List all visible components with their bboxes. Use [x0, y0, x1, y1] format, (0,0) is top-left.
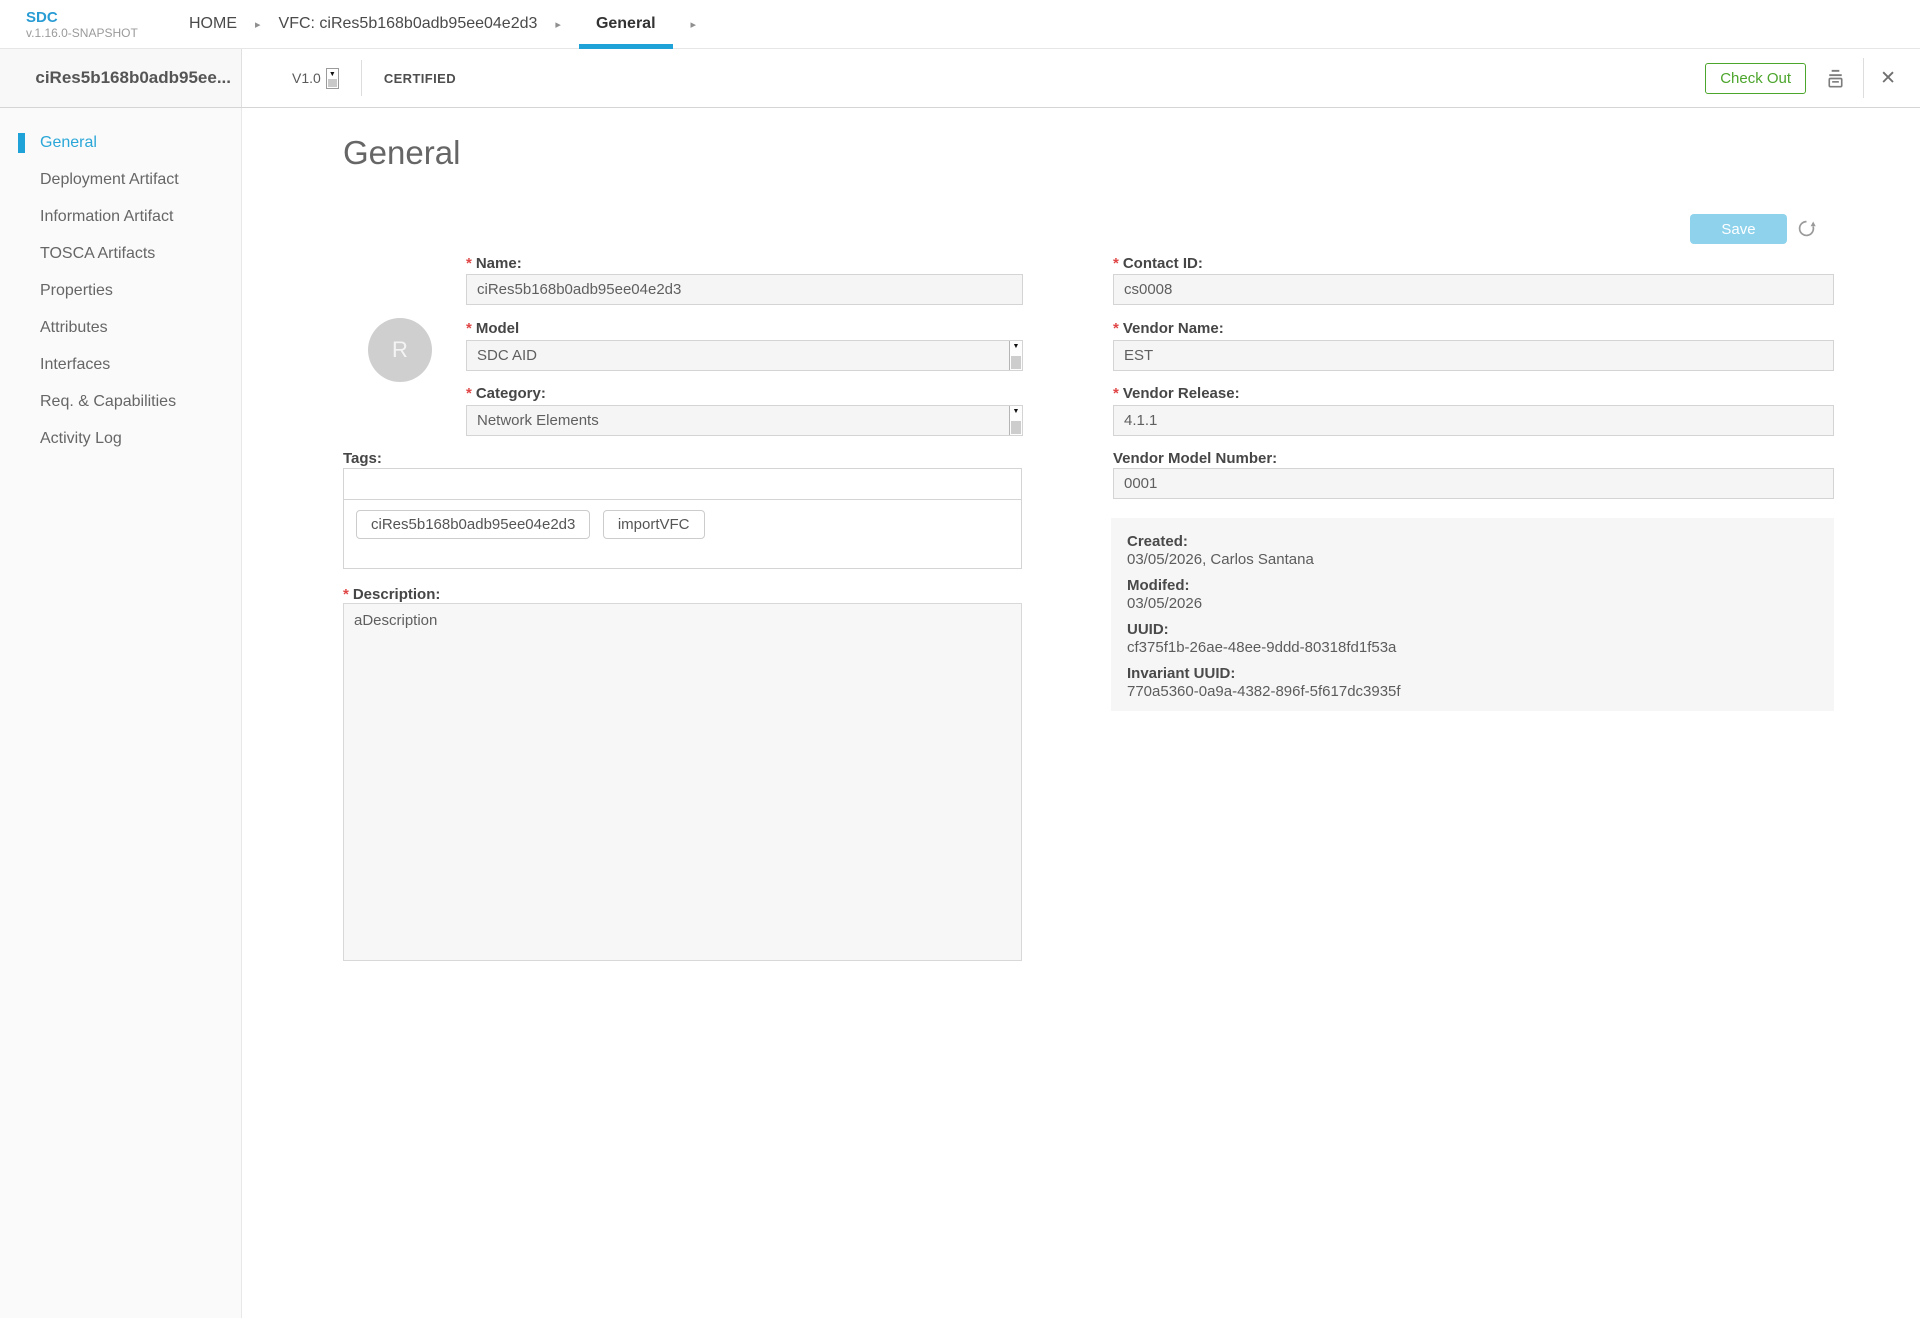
resource-avatar: R	[368, 318, 432, 382]
lifecycle-state-badge: CERTIFIED	[383, 70, 457, 86]
breadcrumb: HOME ▸ VFC: ciRes5b168b0adb95ee04e2d3 ▸ …	[189, 0, 714, 49]
vendor-name-label: * Vendor Name:	[1113, 320, 1224, 337]
sidebar-item-general[interactable]: General	[0, 124, 241, 161]
version-spinner-icon[interactable]: ▼	[325, 67, 339, 89]
uuid-value: cf375f1b-26ae-48ee-9ddd-80318fd1f53a	[1127, 639, 1397, 656]
modified-label: Modifed:	[1127, 577, 1190, 594]
component-header: ciRes5b168b0adb95ee... V1.0 ▼ CERTIFIED …	[0, 49, 1920, 108]
required-marker: *	[466, 255, 472, 272]
required-marker: *	[1113, 385, 1119, 402]
component-title: ciRes5b168b0adb95ee...	[0, 49, 242, 107]
breadcrumb-arrow-icon: ▸	[690, 18, 697, 31]
sidebar-item-information-artifact[interactable]: Information Artifact	[0, 198, 241, 235]
sdc-app: SDC v.1.16.0-SNAPSHOT HOME ▸ VFC: ciRes5…	[0, 0, 1920, 1319]
category-select-value: Network Elements	[477, 412, 599, 429]
tags-input[interactable]	[344, 469, 1021, 500]
component-header-actions: V1.0 ▼ CERTIFIED Check Out ✕	[242, 49, 1920, 107]
model-label: * Model	[466, 320, 520, 337]
tag-chip[interactable]: ciRes5b168b0adb95ee04e2d3	[356, 510, 591, 539]
vendor-name-input[interactable]	[1113, 340, 1834, 371]
invariant-uuid-label: Invariant UUID:	[1127, 665, 1236, 682]
tags-section: ciRes5b168b0adb95ee04e2d3 importVFC	[343, 468, 1022, 569]
app-logo-name: SDC	[26, 8, 58, 26]
vendor-model-number-input[interactable]	[1113, 468, 1834, 499]
version-selector[interactable]: V1.0 ▼	[292, 67, 339, 89]
select-arrow-icon: ▼	[1009, 406, 1022, 435]
save-button[interactable]: Save	[1690, 214, 1787, 244]
app-version: v.1.16.0-SNAPSHOT	[26, 25, 138, 40]
sidebar-item-attributes[interactable]: Attributes	[0, 309, 241, 346]
page-title: General	[343, 134, 461, 171]
vendor-release-label: * Vendor Release:	[1113, 385, 1240, 402]
breadcrumb-arrow-icon: ▸	[555, 18, 561, 31]
app-logo[interactable]: SDC v.1.16.0-SNAPSHOT	[26, 0, 189, 48]
breadcrumb-tab-general[interactable]: General	[578, 0, 673, 49]
header-divider	[1863, 58, 1865, 98]
sidebar-item-tosca-artifacts[interactable]: TOSCA Artifacts	[0, 235, 241, 272]
tags-list: ciRes5b168b0adb95ee04e2d3 importVFC	[344, 500, 1021, 549]
required-marker: *	[343, 586, 349, 603]
header-divider	[360, 60, 362, 96]
required-marker: *	[466, 385, 472, 402]
invariant-uuid-value: 770a5360-0a9a-4382-896f-5f617dc3935f	[1127, 683, 1401, 700]
active-item-indicator	[18, 133, 25, 153]
vendor-release-input[interactable]	[1113, 405, 1834, 436]
contact-id-label: * Contact ID:	[1113, 255, 1203, 272]
print-icon[interactable]	[1824, 67, 1847, 90]
left-menu: General Deployment Artifact Information …	[0, 108, 242, 1318]
contact-id-input[interactable]	[1113, 274, 1834, 305]
breadcrumb-arrow-icon: ▸	[255, 18, 261, 31]
tags-label: Tags:	[343, 450, 382, 467]
category-select[interactable]: Network Elements ▼	[466, 405, 1023, 436]
breadcrumb-tab-general-label: General	[595, 15, 656, 32]
select-arrow-icon: ▼	[1009, 341, 1022, 370]
modified-value: 03/05/2026	[1127, 595, 1203, 612]
check-out-button[interactable]: Check Out	[1705, 62, 1807, 94]
close-icon[interactable]: ✕	[1880, 67, 1896, 90]
sidebar-item-interfaces[interactable]: Interfaces	[0, 346, 241, 383]
created-value: 03/05/2026, Carlos Santana	[1127, 551, 1314, 568]
created-label: Created:	[1127, 533, 1188, 550]
meta-info-box: Created: 03/05/2026, Carlos Santana Modi…	[1111, 518, 1834, 711]
required-marker: *	[466, 320, 472, 337]
tag-chip[interactable]: importVFC	[602, 510, 705, 539]
revert-icon[interactable]	[1796, 218, 1817, 244]
description-label: * Description:	[343, 586, 441, 603]
model-select-value: SDC AID	[477, 347, 538, 364]
sidebar-item-req-capabilities[interactable]: Req. & Capabilities	[0, 383, 241, 420]
top-nav-bar: SDC v.1.16.0-SNAPSHOT HOME ▸ VFC: ciRes5…	[0, 0, 1920, 49]
general-form: General Save R *Name: *Model SDC AID ▼ *…	[242, 108, 1920, 1318]
category-label: * Category:	[466, 385, 546, 402]
name-label: * Name:	[466, 255, 522, 272]
sidebar-item-activity-log[interactable]: Activity Log	[0, 420, 241, 457]
name-input[interactable]	[466, 274, 1023, 305]
breadcrumb-vfc[interactable]: VFC: ciRes5b168b0adb95ee04e2d3	[279, 0, 538, 48]
required-marker: *	[1113, 320, 1119, 337]
version-label: V1.0	[292, 70, 321, 86]
vendor-model-number-label: Vendor Model Number:	[1113, 450, 1278, 467]
sidebar-item-deployment-artifact[interactable]: Deployment Artifact	[0, 161, 241, 198]
description-textarea[interactable]: aDescription	[343, 603, 1022, 961]
sidebar-item-properties[interactable]: Properties	[0, 272, 241, 309]
required-marker: *	[1113, 255, 1119, 272]
breadcrumb-home[interactable]: HOME	[189, 0, 237, 48]
model-select[interactable]: SDC AID ▼	[466, 340, 1023, 371]
uuid-label: UUID:	[1127, 621, 1169, 638]
